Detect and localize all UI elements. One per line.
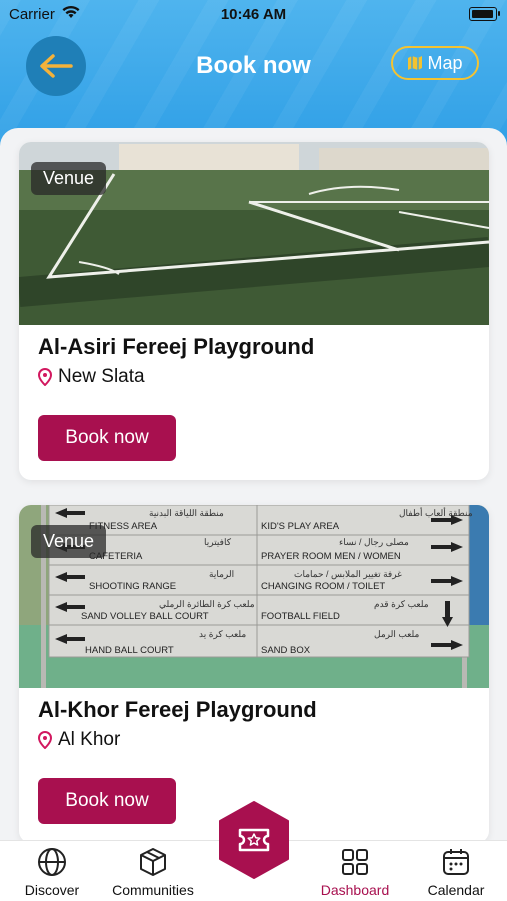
venue-photo: FITNESS AREA CAFETERIA SHOOTING RANGE SA… xyxy=(19,505,489,688)
battery-icon xyxy=(469,7,500,21)
grid-icon xyxy=(342,849,368,875)
tab-label: Dashboard xyxy=(320,882,390,898)
tab-communities[interactable]: Communities xyxy=(108,847,198,898)
venue-card[interactable]: Venue Al-Asiri Fereej Playground New Sla… xyxy=(19,142,489,480)
venue-badge: Venue xyxy=(31,525,107,558)
center-action-button[interactable] xyxy=(218,800,290,880)
map-button[interactable]: Map xyxy=(391,46,479,80)
venue-location: Al Khor xyxy=(38,729,120,751)
venue-name: Al-Asiri Fereej Playground xyxy=(38,334,315,359)
map-label: Map xyxy=(427,52,463,73)
status-time: 10:46 AM xyxy=(220,6,287,23)
sign-left-4: HAND BALL COURT xyxy=(85,645,174,656)
venue-list: Venue Al-Asiri Fereej Playground New Sla… xyxy=(0,128,507,900)
svg-text:منطقة اللياقة البدنية: منطقة اللياقة البدنية xyxy=(149,508,224,518)
sign-left-3: SAND VOLLEY BALL COURT xyxy=(81,611,209,622)
svg-text:غرفة تغيير الملابس / حمامات: غرفة تغيير الملابس / حمامات xyxy=(294,569,402,580)
map-icon xyxy=(408,56,423,70)
venue-name: Al-Khor Fereej Playground xyxy=(38,697,317,722)
tab-dashboard[interactable]: Dashboard xyxy=(310,847,400,898)
venue-photo: Venue xyxy=(19,142,489,325)
tab-label: Communities xyxy=(112,882,194,898)
venue-location-label: New Slata xyxy=(58,366,145,387)
globe-icon xyxy=(38,848,66,876)
cube-icon xyxy=(140,848,166,876)
location-pin-icon xyxy=(38,368,52,386)
svg-text:كافيتريا: كافيتريا xyxy=(204,537,232,548)
sign-right-3: FOOTBALL FIELD xyxy=(261,611,340,622)
svg-text:الرماية: الرماية xyxy=(209,569,234,580)
venue-location-label: Al Khor xyxy=(58,729,121,750)
tab-discover[interactable]: Discover xyxy=(7,847,97,898)
calendar-icon xyxy=(443,849,469,875)
tab-label: Calendar xyxy=(427,882,485,898)
svg-text:ملعب كرة قدم: ملعب كرة قدم xyxy=(374,599,429,610)
sign-left-2: SHOOTING RANGE xyxy=(89,581,176,592)
svg-text:ملعب كرة يد: ملعب كرة يد xyxy=(199,629,246,640)
tab-label: Discover xyxy=(24,882,80,898)
sign-right-4: SAND BOX xyxy=(261,645,311,656)
sign-right-0: KID'S PLAY AREA xyxy=(261,521,340,532)
svg-text:منطقة ألعاب أطفال: منطقة ألعاب أطفال xyxy=(399,506,473,518)
venue-card[interactable]: FITNESS AREA CAFETERIA SHOOTING RANGE SA… xyxy=(19,505,489,843)
book-now-button[interactable]: Book now xyxy=(38,415,176,461)
venue-location: New Slata xyxy=(38,366,145,388)
venue-badge: Venue xyxy=(31,162,107,195)
sign-right-1: PRAYER ROOM MEN / WOMEN xyxy=(261,551,401,562)
svg-text:مصلى رجال / نساء: مصلى رجال / نساء xyxy=(339,537,409,548)
tab-calendar[interactable]: Calendar xyxy=(411,847,501,898)
book-now-button[interactable]: Book now xyxy=(38,778,176,824)
status-bar: Carrier 10:46 AM xyxy=(0,0,507,28)
svg-text:ملعب كرة الطائرة الرملي: ملعب كرة الطائرة الرملي xyxy=(159,599,255,610)
location-pin-icon xyxy=(38,731,52,749)
sign-right-2: CHANGING ROOM / TOILET xyxy=(261,581,385,592)
svg-text:ملعب الرمل: ملعب الرمل xyxy=(374,629,420,640)
